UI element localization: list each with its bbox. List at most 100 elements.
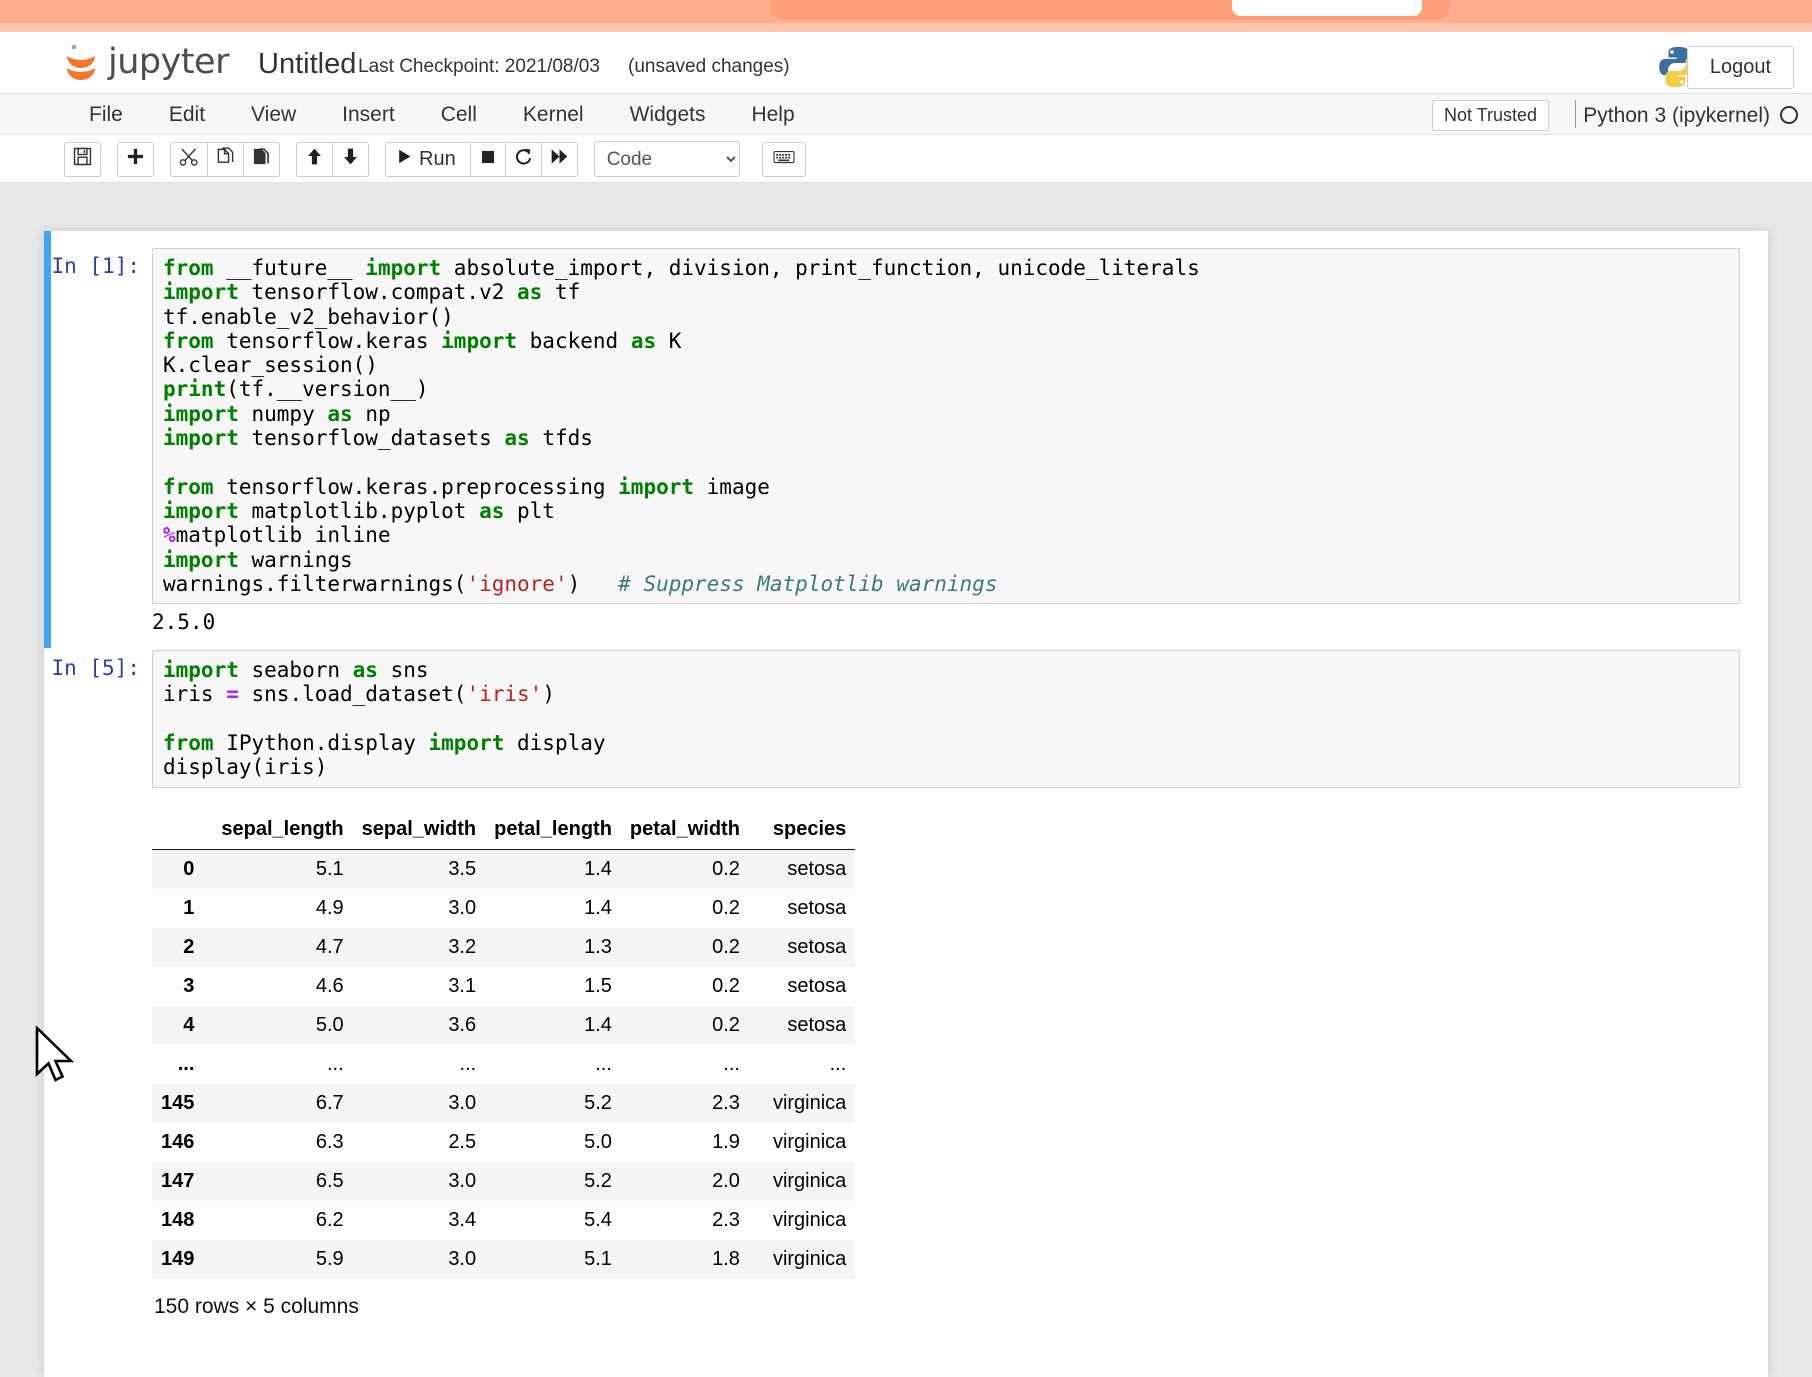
cut-cell-button[interactable] [170,141,208,177]
table-row: 4 5.0 3.6 1.4 0.2 setosa [152,1005,856,1045]
browser-chrome-strip [0,0,1812,32]
dataframe-cell: 3.0 [448,1091,477,1114]
dataframe-column-header: petal_length [485,809,621,850]
dataframe-cell: 4.9 [315,896,344,919]
output-prompt-spacer-1 [44,604,152,610]
dataframe-header: sepal_length sepal_width petal_length petal… [152,809,856,850]
save-state-label: (unsaved changes) [628,56,790,77]
restart-run-all-button[interactable] [540,141,578,177]
table-row: 145 6.7 3.0 5.2 2.3 virginica [152,1083,856,1123]
dataframe-index-header [152,809,213,850]
dataframe-cell: 3.0 [448,896,477,919]
dataframe-cell: 5.0 [584,1130,612,1153]
insert-cell-below-button[interactable] [117,141,154,177]
cell-output-text-1: 2.5.0 [152,610,216,635]
menu-item-view[interactable]: View [228,94,319,135]
code-source-1: from __future__ import absolute_import, … [163,256,1200,596]
trust-status-badge[interactable]: Not Trusted [1431,100,1549,131]
run-cell-button[interactable]: Run [385,141,471,177]
kernel-separator [1575,100,1576,128]
copy-cell-button[interactable] [207,141,244,177]
paste-cell-button[interactable] [243,141,280,177]
cell-type-select[interactable]: CodeMarkdownRaw NBConvertHeading [593,141,740,177]
move-cell-up-button[interactable] [296,141,333,177]
dataframe-cell: ... [459,1052,477,1075]
dataframe-column-header: sepal_length [212,809,353,850]
dataframe-cell: 3.5 [448,857,477,880]
dataframe-cell: 5.1 [315,857,344,880]
dataframe-cell: 6.5 [315,1169,344,1192]
dataframe-row-index: 145 [161,1091,195,1114]
menu-item-file[interactable]: File [66,94,146,135]
dataframe-cell: 5.4 [584,1208,612,1231]
dataframe-cell: setosa [787,1013,847,1036]
interrupt-kernel-button[interactable] [469,141,506,177]
dataframe-cell: 5.9 [315,1247,344,1270]
menu-item-kernel[interactable]: Kernel [500,94,607,135]
dataframe-cell: 4.6 [315,974,344,997]
restart-kernel-button[interactable] [504,141,542,177]
dataframe-cell: 1.4 [584,896,612,919]
dataframe-cell: 4.7 [315,935,344,958]
run-button-label: Run [419,147,456,170]
menu-item-cell[interactable]: Cell [418,94,500,135]
dataframe-row-index: 0 [183,857,195,880]
dataframe-cell: 1.4 [584,1013,612,1036]
dataframe-shape-caption: 150 rows × 5 columns [154,1294,359,1318]
save-button[interactable] [64,141,101,177]
command-palette-button[interactable] [761,141,806,177]
dataframe-cell: 3.6 [448,1013,477,1036]
jupyter-wordmark: jupyter [108,41,229,82]
dataframe-row-index: 146 [161,1130,195,1153]
dataframe-cell: virginica [772,1091,847,1114]
dataframe-row-index: 3 [183,974,195,997]
menu-item-list: File Edit View Insert Cell Kernel Widget… [66,94,818,135]
menu-item-edit[interactable]: Edit [146,94,228,135]
code-cell-2[interactable]: In [5]: import seaborn as sns iris = sns… [44,648,1768,1318]
fast-forward-icon [550,147,569,171]
dataframe-row-index: 1 [183,896,195,919]
jupyter-header: jupyter Untitled Last Checkpoint: 2021/0… [0,32,1812,94]
code-cell-1[interactable]: In [1]: from __future__ import absolute_… [44,231,1768,649]
notebook-toolbar: Run Code [0,135,1812,183]
dataframe-cell: 0.2 [712,896,740,919]
logout-button[interactable]: Logout [1686,46,1794,89]
move-cell-down-button[interactable] [332,141,369,177]
dataframe-cell: ... [326,1052,344,1075]
notebook-container: In [1]: from __future__ import absolute_… [44,231,1768,1377]
cell-prompt-in-1: In [1]: [51,254,140,278]
dataframe-cell: 3.4 [448,1208,477,1231]
dataframe-cell: setosa [787,857,847,880]
copy-icon [216,147,235,171]
dataframe-cell: 6.2 [315,1208,344,1231]
dataframe-cell: 2.3 [712,1091,740,1114]
dataframe-cell: 5.1 [584,1247,612,1270]
iris-dataframe-table: sepal_length sepal_width petal_length petal… [152,809,856,1279]
dataframe-row-index: 2 [183,935,195,958]
stop-square-icon [479,148,497,171]
menu-item-insert[interactable]: Insert [319,94,418,135]
table-row: 2 4.7 3.2 1.3 0.2 setosa [152,927,856,967]
dataframe-cell: 1.5 [584,974,612,997]
dataframe-cell: ... [595,1052,612,1075]
code-source-2: import seaborn as sns iris = sns.load_da… [163,658,606,780]
table-row: 3 4.6 3.1 1.5 0.2 setosa [152,966,856,1006]
kernel-name-label[interactable]: Python 3 (ipykernel) [1583,104,1770,128]
menu-item-widgets[interactable]: Widgets [607,94,729,135]
arrow-up-icon [305,147,324,171]
code-editor-1[interactable]: from __future__ import absolute_import, … [152,248,1740,605]
menu-item-help[interactable]: Help [728,94,817,135]
code-editor-2[interactable]: import seaborn as sns iris = sns.load_da… [152,650,1740,788]
browser-address-bar[interactable] [1232,0,1422,16]
dataframe-row-index: 4 [183,1013,195,1036]
dataframe-row-index: ... [177,1052,195,1075]
browser-banner-lower [0,23,1812,32]
play-triangle-icon [396,148,413,170]
notebook-title[interactable]: Untitled [258,48,356,81]
dataframe-cell: 6.7 [315,1091,344,1114]
dataframe-cell: setosa [787,896,847,919]
table-row: 148 6.2 3.4 5.4 2.3 virginica [152,1200,856,1240]
dataframe-column-header: species [748,809,856,850]
dataframe-cell: virginica [772,1169,847,1192]
jupyter-logo[interactable]: jupyter [62,41,229,83]
